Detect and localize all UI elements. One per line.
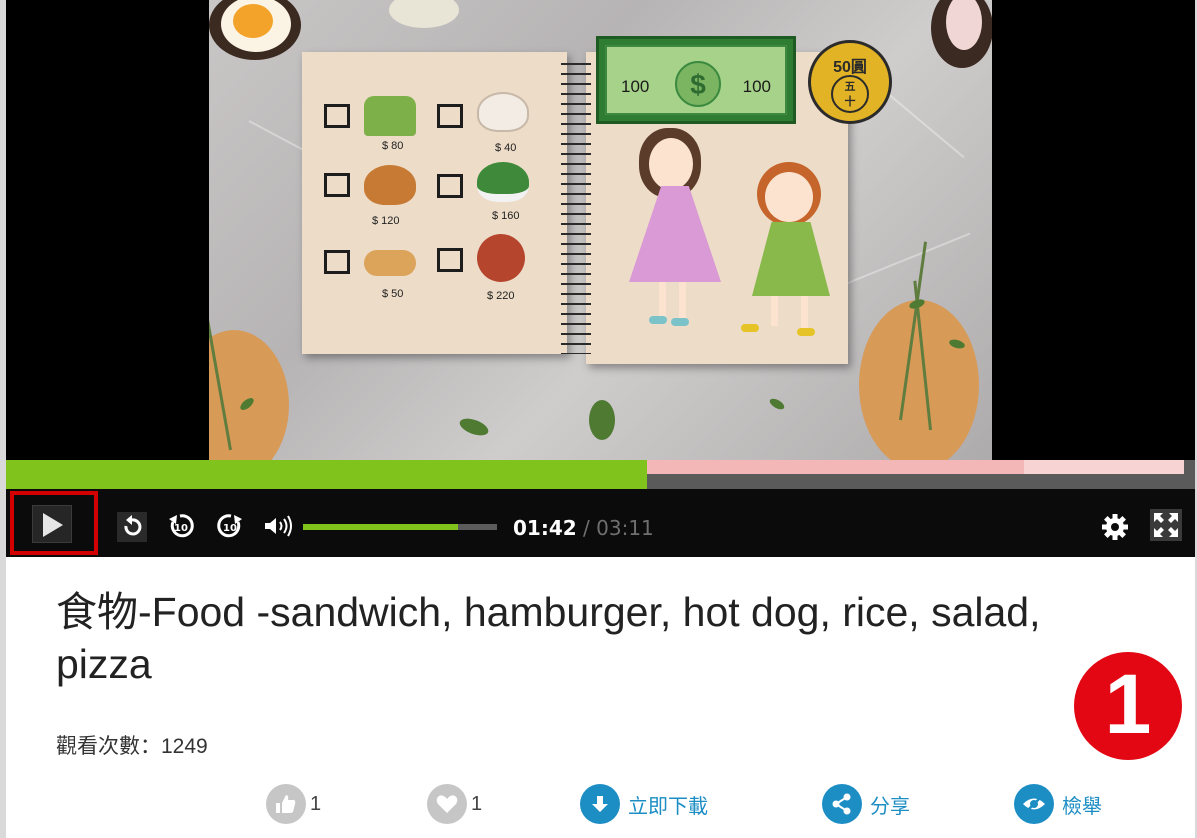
eye-slash-icon <box>1014 784 1054 824</box>
price-label: $ 40 <box>495 142 517 154</box>
price-label: $ 50 <box>382 288 404 300</box>
settings-button[interactable] <box>1100 512 1130 542</box>
annotation-badge: 1 <box>1074 652 1182 760</box>
price-label: $ 80 <box>382 140 404 152</box>
view-count-label: 觀看次數： <box>56 735 161 758</box>
play-icon <box>43 513 63 537</box>
menu-item-hamburger: $ 120 <box>324 165 444 227</box>
menu-item-pizza: $ 220 <box>437 234 557 302</box>
menu-item-salad: $ 160 <box>437 162 557 222</box>
fullscreen-icon <box>1154 513 1178 537</box>
thumbs-up-icon <box>266 784 306 824</box>
heart-icon <box>427 784 467 824</box>
view-count-value: 1249 <box>161 735 208 758</box>
volume-icon <box>265 515 292 537</box>
volume-button[interactable] <box>263 514 292 542</box>
played-bar <box>6 460 647 489</box>
svg-text:10: 10 <box>223 523 237 534</box>
page-frame: $ 80 $ 40 $ 120 $ 160 $ 50 $ 220 100 $ 1… <box>6 0 1195 838</box>
favorite-count: 1 <box>471 792 483 815</box>
share-icon <box>822 784 862 824</box>
rewind-10-icon: 10 <box>169 514 194 538</box>
banknote-image: 100 $ 100 <box>596 36 796 124</box>
buffered-bar-light <box>1024 460 1184 474</box>
replay-button[interactable] <box>117 512 147 542</box>
notebook-menu-page: $ 80 $ 40 $ 120 $ 160 $ 50 $ 220 <box>302 52 567 354</box>
price-label: $ 220 <box>487 290 515 302</box>
like-button[interactable]: 1 <box>266 784 321 824</box>
download-icon <box>580 784 620 824</box>
report-button[interactable]: 檢舉 <box>1014 784 1102 824</box>
favorite-button[interactable]: 1 <box>427 784 482 824</box>
player-controls: 10 10 01:42 / 03:11 <box>6 489 1195 557</box>
notebook-spiral <box>561 58 591 354</box>
replay-icon <box>124 515 142 536</box>
menu-item-hot-dog: $ 50 <box>324 242 444 302</box>
menu-item-sandwich: $ 80 <box>324 96 444 156</box>
time-display: 01:42 / 03:11 <box>513 516 654 540</box>
coin-image: 50圓 五十 <box>808 40 892 124</box>
share-label: 分享 <box>870 795 910 818</box>
menu-item-rice: $ 40 <box>437 92 557 154</box>
volume-level <box>303 524 459 530</box>
video-progress-bar[interactable] <box>6 460 1195 489</box>
like-count: 1 <box>310 792 322 815</box>
download-button[interactable]: 立即下載 <box>580 784 708 824</box>
report-label: 檢舉 <box>1062 795 1102 818</box>
svg-text:10: 10 <box>174 523 188 534</box>
share-button[interactable]: 分享 <box>822 784 910 824</box>
rewind-10-button[interactable]: 10 <box>166 511 194 539</box>
video-player[interactable]: $ 80 $ 40 $ 120 $ 160 $ 50 $ 220 100 $ 1… <box>6 0 1195 460</box>
volume-slider[interactable] <box>303 524 497 530</box>
current-time: 01:42 <box>513 516 577 540</box>
video-title: 食物-Food -sandwich, hamburger, hot dog, r… <box>56 589 1041 687</box>
fullscreen-button[interactable] <box>1150 509 1182 541</box>
price-label: $ 160 <box>492 210 520 222</box>
settings-icon <box>1102 514 1128 540</box>
time-separator: / <box>583 516 590 540</box>
video-frame: $ 80 $ 40 $ 120 $ 160 $ 50 $ 220 100 $ 1… <box>209 0 992 460</box>
forward-10-button[interactable]: 10 <box>215 511 243 539</box>
cheese-image <box>389 0 459 28</box>
play-button[interactable] <box>10 491 98 555</box>
price-label: $ 120 <box>372 215 400 227</box>
forward-10-icon: 10 <box>217 514 242 538</box>
download-label: 立即下載 <box>628 795 708 818</box>
duration: 03:11 <box>596 516 654 540</box>
view-count: 觀看次數：1249 <box>56 730 208 760</box>
annotation-badge-number: 1 <box>1104 657 1152 751</box>
